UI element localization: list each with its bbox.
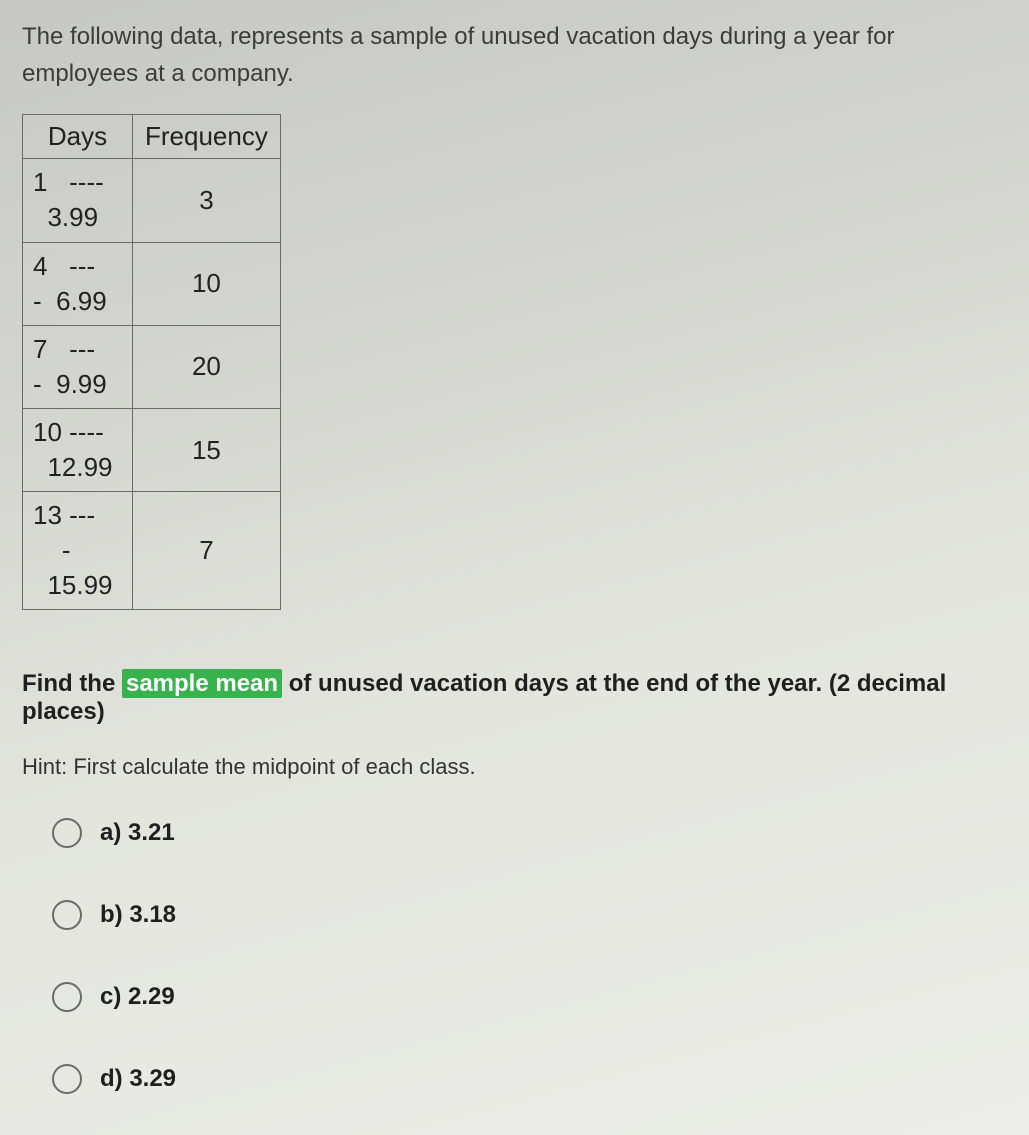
radio-icon[interactable]: [52, 982, 82, 1012]
question-text: Find the sample mean of unused vacation …: [22, 670, 1007, 726]
option-label: b) 3.18: [100, 901, 176, 929]
days-cell: 1 ---- 3.99: [23, 159, 133, 242]
option-label: c) 2.29: [100, 983, 175, 1011]
option-label: a) 3.21: [100, 819, 175, 847]
frequency-cell: 15: [133, 408, 281, 491]
col-header-frequency: Frequency: [133, 115, 281, 159]
radio-icon[interactable]: [52, 818, 82, 848]
days-range-bottom: - 6.99: [33, 284, 122, 319]
frequency-cell: 20: [133, 325, 281, 408]
days-range-top: 7 ---: [33, 332, 122, 367]
table-row: 10 ---- 12.99 15: [23, 408, 281, 491]
highlight-sample-mean: sample mean: [122, 669, 282, 698]
days-range-top: 4 ---: [33, 249, 122, 284]
option-c[interactable]: c) 2.29: [52, 982, 1007, 1012]
table-row: 13 --- - 15.99 7: [23, 492, 281, 610]
option-d[interactable]: d) 3.29: [52, 1064, 1007, 1094]
hint-text: Hint: First calculate the midpoint of ea…: [22, 754, 1007, 780]
days-range-top: 10 ----: [33, 415, 122, 450]
question-before: Find the: [22, 670, 122, 697]
options-group: a) 3.21 b) 3.18 c) 2.29 d) 3.29: [22, 818, 1007, 1094]
days-range-top: 1 ----: [33, 165, 122, 200]
days-cell: 4 --- - 6.99: [23, 242, 133, 325]
radio-icon[interactable]: [52, 900, 82, 930]
option-label: d) 3.29: [100, 1065, 176, 1093]
days-range-bottom: 12.99: [33, 450, 122, 485]
frequency-cell: 3: [133, 159, 281, 242]
frequency-cell: 10: [133, 242, 281, 325]
frequency-table: Days Frequency 1 ---- 3.99 3 4 --- - 6.9…: [22, 114, 281, 610]
days-range-top: 13 ---: [33, 498, 122, 533]
table-row: 1 ---- 3.99 3: [23, 159, 281, 242]
frequency-cell: 7: [133, 492, 281, 610]
days-cell: 13 --- - 15.99: [23, 492, 133, 610]
table-row: 4 --- - 6.99 10: [23, 242, 281, 325]
col-header-days: Days: [23, 115, 133, 159]
option-a[interactable]: a) 3.21: [52, 818, 1007, 848]
days-range-bottom: - 15.99: [33, 533, 122, 603]
days-range-bottom: 3.99: [33, 200, 122, 235]
question-page: The following data, represents a sample …: [0, 0, 1029, 1094]
days-cell: 10 ---- 12.99: [23, 408, 133, 491]
days-cell: 7 --- - 9.99: [23, 325, 133, 408]
days-range-bottom: - 9.99: [33, 367, 122, 402]
intro-text: The following data, represents a sample …: [22, 18, 1007, 92]
radio-icon[interactable]: [52, 1064, 82, 1094]
table-row: 7 --- - 9.99 20: [23, 325, 281, 408]
option-b[interactable]: b) 3.18: [52, 900, 1007, 930]
